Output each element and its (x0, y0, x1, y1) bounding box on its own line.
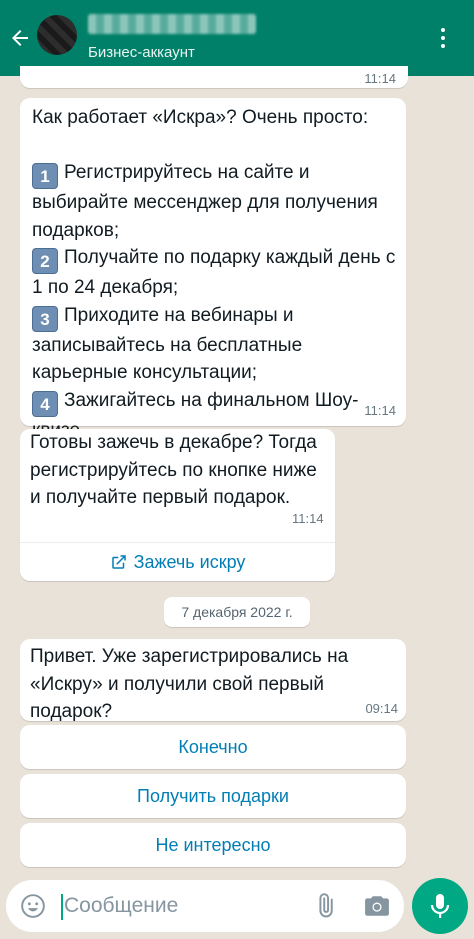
date-separator: 7 декабря 2022 г. (164, 597, 310, 627)
quick-reply-get-gifts-button[interactable]: Получить подарки (20, 774, 406, 818)
link-button-label: Зажечь искру (133, 551, 246, 572)
voice-message-button[interactable] (412, 878, 468, 934)
message-bubble[interactable]: Привет. Уже зарегистрировались на «Искру… (20, 639, 406, 722)
keycap-3-icon: 3 (32, 305, 58, 332)
more-options-icon[interactable] (440, 28, 446, 50)
message-bubble[interactable]: Как работает «Искра»? Очень просто: 1 Рег… (20, 98, 406, 441)
message-time: 11:14 (364, 403, 396, 418)
microphone-icon (430, 894, 450, 918)
keycap-1-icon: 1 (32, 163, 58, 189)
message-text: Привет. Уже зарегистрировались на «Искру… (30, 646, 354, 722)
keycap-4-icon: 4 (32, 390, 58, 417)
message-bubble[interactable]: Готовы зажечь в декабре? Тогда регистрир… (20, 429, 335, 581)
contact-subtitle: Бизнес-аккаунт (88, 44, 195, 61)
avatar[interactable] (37, 15, 77, 55)
contact-name-blurred[interactable] (88, 14, 256, 34)
camera-icon[interactable] (364, 894, 390, 918)
keycap-2-icon: 2 (32, 248, 58, 274)
message-time: 11:14 (292, 511, 324, 526)
message-time: 09:14 (365, 701, 398, 716)
emoji-icon[interactable] (20, 893, 46, 919)
chat-area[interactable]: 11:14 Как работает «Искра»? Очень просто… (0, 66, 474, 876)
message-text: Готовы зажечь в декабре? Тогда регистрир… (30, 432, 323, 508)
message-input[interactable] (64, 888, 294, 924)
ignite-spark-link-button[interactable]: Зажечь искру (20, 543, 335, 581)
quick-reply-not-interested-button[interactable]: Не интересно (20, 823, 406, 867)
chat-header: Бизнес-аккаунт (0, 0, 474, 76)
quick-reply-yes-button[interactable]: Конечно (20, 725, 406, 769)
text-caret (61, 894, 63, 920)
attach-paperclip-icon[interactable] (312, 893, 338, 919)
external-link-icon (111, 555, 126, 569)
message-bubble[interactable]: 11:14 (20, 66, 408, 88)
back-arrow-icon[interactable] (8, 26, 32, 50)
message-text: Как работает «Искра»? Очень просто: 1 Рег… (32, 104, 397, 444)
message-composer (6, 880, 404, 932)
message-time: 11:14 (364, 71, 396, 86)
